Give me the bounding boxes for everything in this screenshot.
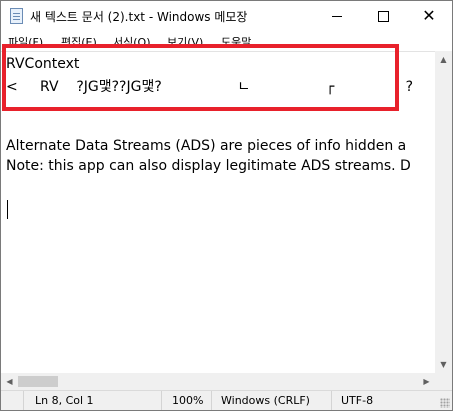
text-caret [7,200,8,219]
horizontal-scroll-thumb[interactable] [18,376,58,387]
title-bar[interactable]: 새 텍스트 문서 (2).txt - Windows 메모장 ✕ [1,1,452,31]
editor-line-4: Alternate Data Streams (ADS) are pieces … [6,138,407,154]
scroll-left-icon[interactable]: ◀ [1,373,18,390]
maximize-button[interactable] [360,1,406,31]
zoom-level: 100% [172,394,204,407]
status-separator [331,391,332,410]
minimize-button[interactable] [314,1,360,31]
scroll-right-icon[interactable]: ▶ [418,373,435,390]
encoding: UTF-8 [341,394,374,407]
close-button[interactable]: ✕ [406,1,452,31]
horizontal-scrollbar[interactable]: ◀ ▶ [1,373,435,390]
status-bar: Ln 8, Col 1 100% Windows (CRLF) UTF-8 [1,390,452,410]
status-separator [161,391,162,410]
highlight-annotation [2,44,399,111]
notepad-icon [10,8,23,24]
status-separator [23,391,24,410]
close-icon: ✕ [422,6,436,25]
line-ending: Windows (CRLF) [221,394,310,407]
window-title: 새 텍스트 문서 (2).txt - Windows 메모장 [30,10,248,24]
notepad-window: 새 텍스트 문서 (2).txt - Windows 메모장 ✕ 파일(F) 편… [0,0,453,411]
cursor-position: Ln 8, Col 1 [35,394,94,407]
vertical-scrollbar[interactable]: ▲ ▼ [435,51,452,373]
scroll-down-icon[interactable]: ▼ [435,356,452,373]
status-separator [211,391,212,410]
scrollbar-corner [435,373,452,390]
minimize-icon [332,15,342,17]
scroll-up-icon[interactable]: ▲ [435,51,452,68]
maximize-icon [377,10,389,22]
resize-grip-icon[interactable] [440,398,450,408]
editor-line-5: Note: this app can also display legitima… [6,158,411,174]
